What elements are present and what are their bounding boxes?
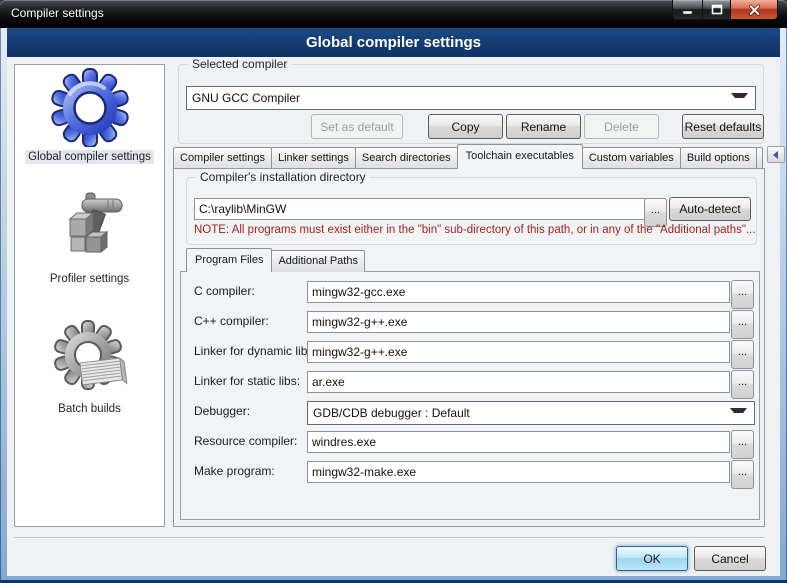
dialog-content: Global compiler settings xyxy=(7,57,780,576)
field-label: Debugger: xyxy=(194,404,250,418)
tab-compiler-settings[interactable]: Compiler settings xyxy=(173,147,272,169)
chevron-down-icon xyxy=(731,93,748,103)
reset-defaults-button[interactable]: Reset defaults xyxy=(682,114,764,139)
browse-static-linker-button[interactable]: ... xyxy=(731,370,754,399)
tab-custom-variables[interactable]: Custom variables xyxy=(582,147,681,169)
maximize-button[interactable] xyxy=(702,0,731,20)
field-label: Linker for static libs: xyxy=(194,374,300,388)
window-title: Compiler settings xyxy=(11,0,104,27)
tab-additional-paths[interactable]: Additional Paths xyxy=(271,250,365,272)
dynamic-linker-input[interactable] xyxy=(307,341,730,363)
browse-c-compiler-button[interactable]: ... xyxy=(731,280,754,309)
sidebar-item-label: Batch builds xyxy=(55,402,124,416)
settings-tab-strip: Compiler settings Linker settings Search… xyxy=(173,144,787,169)
auto-detect-button[interactable]: Auto-detect xyxy=(669,197,751,221)
sidebar-item-profiler-settings[interactable]: Profiler settings xyxy=(15,189,164,286)
delete-button[interactable]: Delete xyxy=(584,114,659,139)
caliper-icon xyxy=(50,189,130,269)
tab-search-directories[interactable]: Search directories xyxy=(355,147,458,169)
debugger-select-value: GDB/CDB debugger : Default xyxy=(308,406,730,420)
browse-cpp-compiler-button[interactable]: ... xyxy=(731,310,754,339)
browse-directory-button[interactable]: ... xyxy=(644,198,667,227)
title-bar[interactable]: Compiler settings xyxy=(0,0,787,28)
set-as-default-button[interactable]: Set as default xyxy=(311,114,403,139)
field-label: C++ compiler: xyxy=(194,314,269,328)
sidebar-item-global-compiler-settings[interactable]: Global compiler settings xyxy=(15,67,164,164)
field-label: Resource compiler: xyxy=(194,434,297,448)
field-label: Make program: xyxy=(194,464,275,478)
close-button[interactable] xyxy=(731,0,778,20)
rename-button[interactable]: Rename xyxy=(506,114,581,139)
browse-resource-compiler-button[interactable]: ... xyxy=(731,430,754,459)
tab-linker-settings[interactable]: Linker settings xyxy=(271,147,356,169)
sidebar-item-label: Global compiler settings xyxy=(25,150,154,164)
copy-button[interactable]: Copy xyxy=(428,114,503,139)
paths-tab-strip: Program Files Additional Paths xyxy=(186,248,365,272)
group-label: Compiler's installation directory xyxy=(196,170,370,184)
gray-gear-stack-icon xyxy=(50,319,130,399)
tab-program-files[interactable]: Program Files xyxy=(186,248,272,272)
tab-clipped[interactable] xyxy=(756,147,763,169)
group-label: Selected compiler xyxy=(188,57,291,71)
compiler-select-value: GNU GCC Compiler xyxy=(187,91,731,105)
tab-scroll-left-button[interactable] xyxy=(767,146,785,163)
debugger-select[interactable]: GDB/CDB debugger : Default xyxy=(307,401,755,425)
maximize-icon xyxy=(711,4,723,15)
page-title: Global compiler settings xyxy=(7,28,780,58)
footer-divider xyxy=(14,537,764,538)
blue-gear-icon xyxy=(50,67,130,147)
ok-button[interactable]: OK xyxy=(616,546,688,571)
tab-toolchain-executables[interactable]: Toolchain executables xyxy=(457,144,583,169)
make-program-input[interactable] xyxy=(307,461,730,483)
tab-scroll-buttons xyxy=(767,146,787,163)
sidebar-item-label: Profiler settings xyxy=(47,272,132,286)
compiler-select[interactable]: GNU GCC Compiler xyxy=(186,86,756,110)
cancel-button[interactable]: Cancel xyxy=(694,546,766,571)
resource-compiler-input[interactable] xyxy=(307,431,730,453)
tab-build-options[interactable]: Build options xyxy=(680,147,757,169)
browse-dynamic-linker-button[interactable]: ... xyxy=(731,340,754,369)
arrow-left-icon xyxy=(773,151,778,159)
settings-category-list: Global compiler settings xyxy=(14,64,165,527)
close-icon xyxy=(748,4,761,16)
compiler-settings-dialog: Compiler settings Global compiler settin… xyxy=(0,0,787,583)
static-linker-input[interactable] xyxy=(307,371,730,393)
window-controls xyxy=(672,0,778,20)
browse-make-program-button[interactable]: ... xyxy=(731,460,754,489)
c-compiler-input[interactable] xyxy=(307,281,730,303)
field-label: Linker for dynamic libs: xyxy=(194,344,317,358)
minimize-button[interactable] xyxy=(672,0,702,20)
field-label: C compiler: xyxy=(194,284,255,298)
chevron-down-icon xyxy=(730,408,747,418)
installation-note: NOTE: All programs must exist either in … xyxy=(194,224,756,236)
minimize-icon xyxy=(682,5,693,15)
installation-directory-input[interactable] xyxy=(194,198,646,220)
sidebar-item-batch-builds[interactable]: Batch builds xyxy=(15,319,164,416)
cpp-compiler-input[interactable] xyxy=(307,311,730,333)
